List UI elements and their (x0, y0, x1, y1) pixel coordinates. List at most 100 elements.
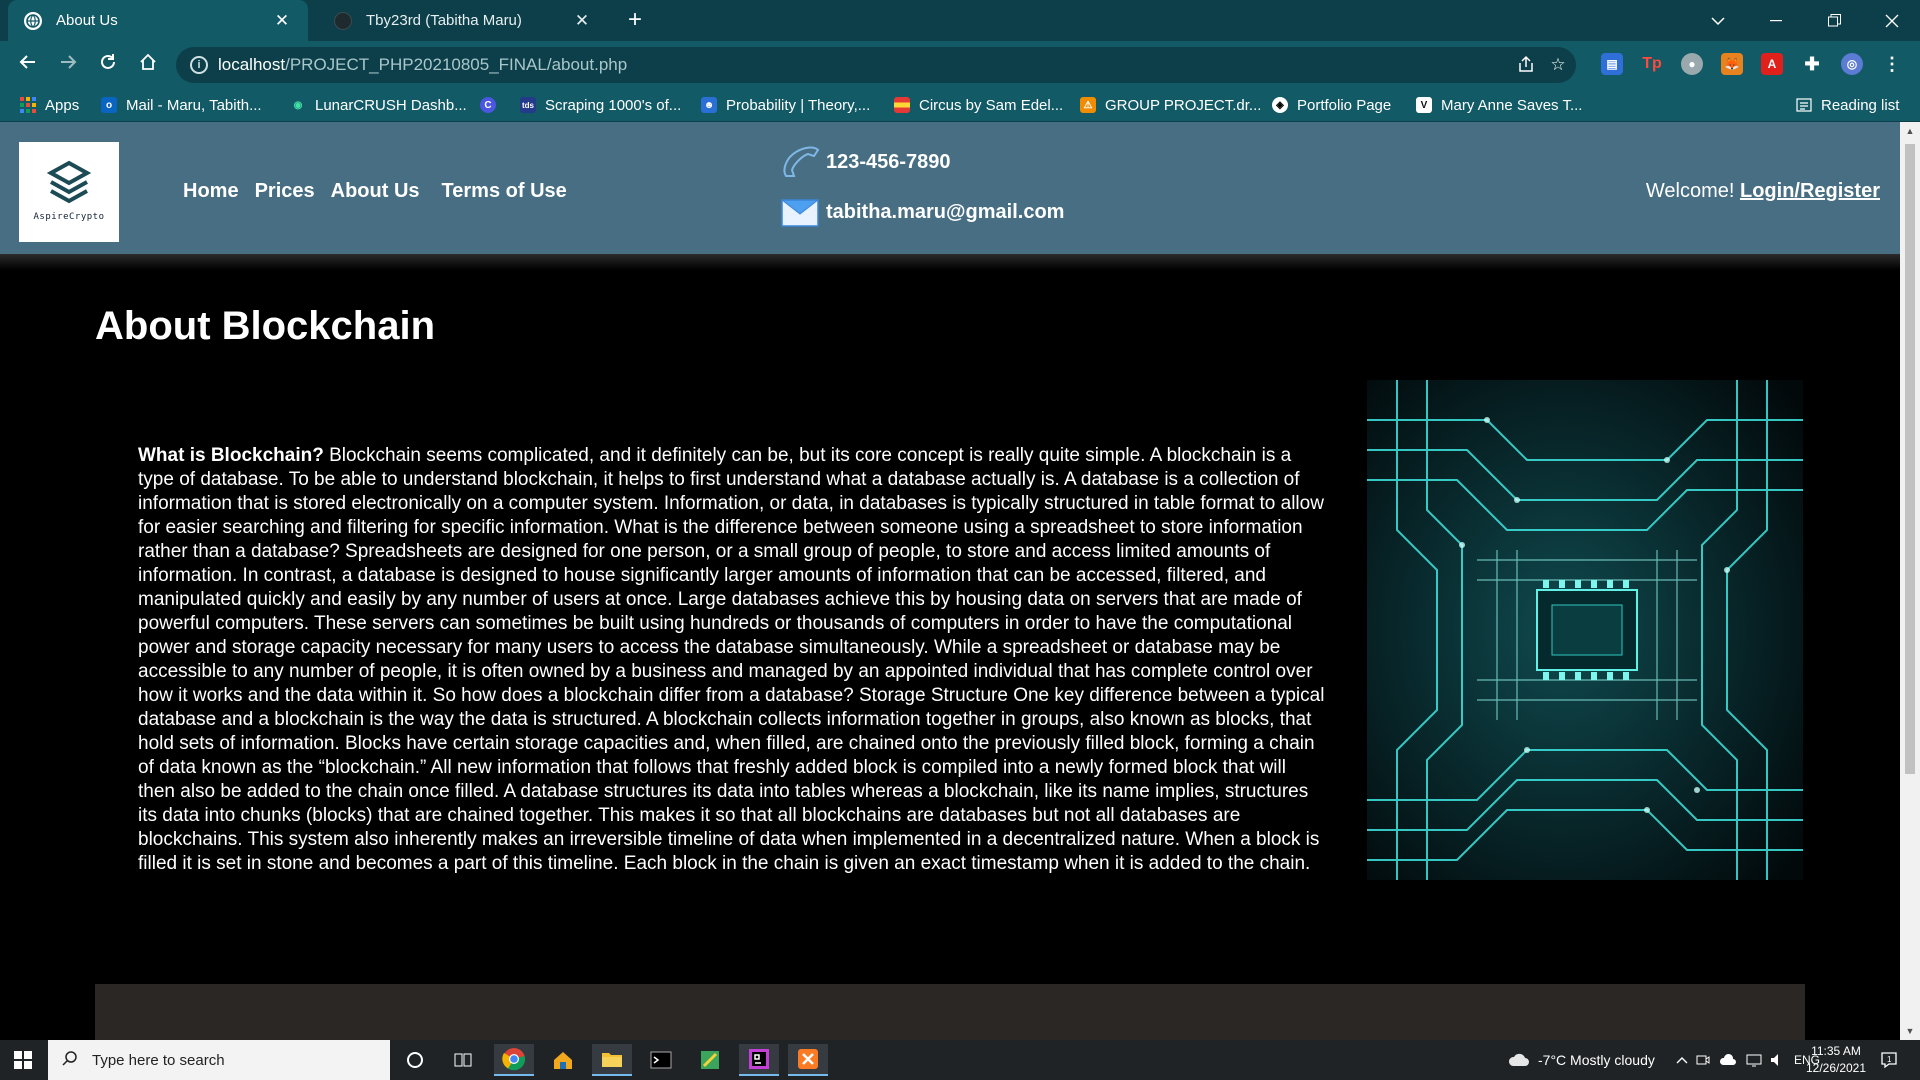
address-toolbar: i localhost/PROJECT_PHP20210805_FINAL/ab… (0, 41, 1920, 89)
share-icon[interactable] (1516, 55, 1536, 75)
system-clock[interactable]: 11:35 AM 12/26/2021 (1800, 1043, 1872, 1077)
task-view-icon[interactable] (443, 1044, 483, 1076)
home-icon[interactable] (134, 51, 162, 79)
restore-icon[interactable] (1806, 0, 1862, 41)
network-icon[interactable] (1746, 1040, 1762, 1080)
back-arrow-icon[interactable] (14, 51, 42, 79)
scroll-up-arrow-icon[interactable]: ▲ (1904, 126, 1916, 136)
apps-grid-icon (20, 97, 36, 113)
sketch-app-icon[interactable] (690, 1044, 730, 1076)
extensions-puzzle-icon[interactable]: ✚ (1801, 53, 1823, 75)
minimize-icon[interactable] (1748, 0, 1804, 41)
close-window-icon[interactable] (1864, 0, 1920, 41)
tab-title: Tby23rd (Tabitha Maru) (366, 12, 522, 29)
svg-text:1: 1 (1887, 1055, 1892, 1064)
menu-kebab-icon[interactable]: ⋮ (1881, 53, 1903, 75)
meet-now-icon[interactable] (1696, 1040, 1710, 1080)
tab-github-profile[interactable]: Tby23rd (Tabitha Maru) ✕ (318, 0, 608, 41)
profile-avatar-icon[interactable]: ◎ (1841, 53, 1863, 75)
clock-time: 11:35 AM (1811, 1044, 1861, 1058)
bookmark-label: Circus by Sam Edel... (919, 96, 1064, 114)
terminal-icon[interactable] (641, 1044, 681, 1076)
header-shadow (0, 254, 1900, 270)
bookmark-circus[interactable]: Circus by Sam Edel... (894, 95, 1063, 115)
tds-icon: tds (520, 97, 536, 113)
new-tab-icon[interactable]: + (622, 8, 648, 34)
outlook-icon: o (101, 97, 117, 113)
tab-search-chevron-icon[interactable] (1690, 0, 1746, 41)
tab-title: About Us (56, 12, 118, 29)
extension-circle-icon[interactable]: ● (1681, 53, 1703, 75)
reload-icon[interactable] (94, 51, 122, 79)
bookmark-probability[interactable]: ☻ Probability | Theory,... (701, 95, 870, 115)
page-scrollbar[interactable]: ▲ ▼ (1900, 122, 1920, 1040)
nav-about-us[interactable]: About Us (331, 180, 420, 203)
nav-prices[interactable]: Prices (255, 180, 315, 203)
nav-home[interactable]: Home (183, 180, 239, 203)
bookmark-label: Scraping 1000's of... (545, 96, 682, 114)
login-register-link[interactable]: Login/Register (1740, 180, 1880, 202)
aspirecrypto-logo-icon (47, 160, 91, 204)
bookmark-portfolio[interactable]: ◈ Portfolio Page (1272, 95, 1391, 115)
cortana-icon[interactable] (395, 1044, 435, 1076)
chrome-taskbar-icon[interactable] (494, 1044, 534, 1076)
scroll-down-arrow-icon[interactable]: ▼ (1904, 1026, 1916, 1036)
lunarcrush-icon: ◉ (293, 99, 303, 111)
footer-section (95, 984, 1805, 1040)
start-button[interactable] (0, 1040, 46, 1080)
c-logo-icon: C (480, 97, 496, 113)
lead-heading: What is Blockchain? (138, 445, 324, 466)
reading-list[interactable]: Reading list (1796, 95, 1899, 115)
bookmark-star-icon[interactable]: ☆ (1548, 55, 1568, 75)
reading-list-icon (1796, 97, 1812, 113)
file-explorer-icon[interactable] (592, 1044, 632, 1076)
bookmark-apps[interactable]: Apps (20, 95, 79, 115)
bookmark-group-project[interactable]: ⚠ GROUP PROJECT.dr... (1080, 95, 1261, 115)
notifications-icon[interactable]: 1 (1880, 1040, 1898, 1080)
bookmark-mary-anne[interactable]: V Mary Anne Saves T... (1416, 95, 1582, 115)
onedrive-cloud-icon[interactable] (1720, 1040, 1736, 1080)
extension-docs-icon[interactable]: ▤ (1601, 53, 1623, 75)
about-paragraph: What is Blockchain? Blockchain seems com… (138, 444, 1328, 876)
main-nav: Home Prices About Us Terms of Use (183, 180, 583, 203)
cloud-icon (1508, 1053, 1529, 1066)
clock-date: 12/26/2021 (1805, 1061, 1867, 1075)
tab-about-us[interactable]: About Us ✕ (8, 0, 308, 41)
weather-widget[interactable]: -7°C Mostly cloudy (1508, 1040, 1655, 1080)
bookmark-label: Mary Anne Saves T... (1441, 96, 1583, 114)
metamask-fox-icon[interactable]: 🦊 (1721, 53, 1743, 75)
adobe-pdf-icon[interactable]: A (1761, 53, 1783, 75)
browser-tab-strip: About Us ✕ Tby23rd (Tabitha Maru) ✕ + (0, 0, 1920, 41)
bookmark-c[interactable]: C (480, 95, 505, 115)
close-tab-icon[interactable]: ✕ (570, 11, 594, 31)
scrollbar-thumb[interactable] (1905, 144, 1915, 774)
bookmarks-bar: Apps o Mail - Maru, Tabith... ◉ LunarCRU… (0, 89, 1920, 122)
body-text: Blockchain seems complicated, and it def… (138, 445, 1325, 874)
bookmark-lunarcrush[interactable]: ◉ LunarCRUSH Dashb... (290, 95, 467, 115)
extension-tp-icon[interactable]: Tp (1641, 53, 1663, 75)
site-logo[interactable]: AspireCrypto (19, 142, 119, 242)
volume-icon[interactable] (1770, 1040, 1786, 1080)
pycharm-icon[interactable] (739, 1044, 779, 1076)
portfolio-icon: ◈ (1272, 97, 1288, 113)
site-info-icon[interactable]: i (190, 56, 208, 74)
bookmark-label: Mail - Maru, Tabith... (126, 96, 262, 114)
nav-terms-of-use[interactable]: Terms of Use (442, 180, 567, 203)
contact-info: 123-456-7890 tabitha.maru@gmail.com (780, 140, 1064, 234)
phone-icon (783, 146, 820, 177)
taskbar-search[interactable]: Type here to search (48, 1040, 390, 1080)
phone-number[interactable]: 123-456-7890 (826, 151, 951, 174)
xampp-icon[interactable] (788, 1044, 828, 1076)
probability-icon: ☻ (701, 97, 717, 113)
windows-logo-icon (14, 1051, 32, 1069)
forward-arrow-icon[interactable] (54, 51, 82, 79)
home-app-icon[interactable] (543, 1044, 583, 1076)
circus-icon (894, 97, 910, 113)
bookmark-mail[interactable]: o Mail - Maru, Tabith... (101, 95, 262, 115)
address-bar[interactable]: i localhost/PROJECT_PHP20210805_FINAL/ab… (176, 47, 1576, 83)
email-address[interactable]: tabitha.maru@gmail.com (826, 201, 1064, 224)
close-tab-icon[interactable]: ✕ (270, 11, 294, 31)
bookmark-scraping[interactable]: tds Scraping 1000's of... (520, 95, 681, 115)
show-hidden-icons-chevron[interactable] (1676, 1040, 1688, 1080)
bookmark-label: Portfolio Page (1297, 96, 1392, 114)
